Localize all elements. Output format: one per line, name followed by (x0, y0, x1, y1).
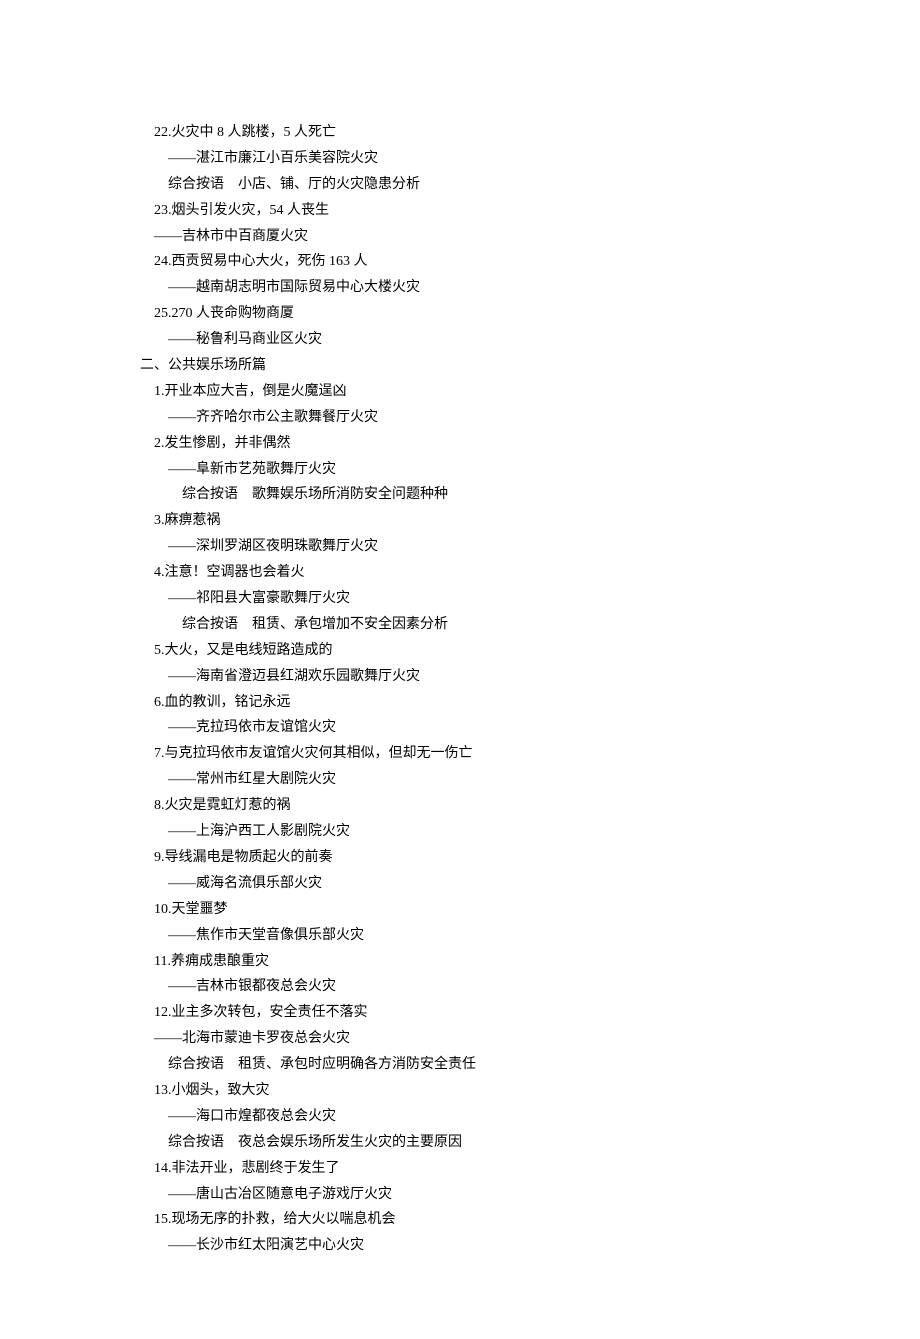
toc-line: ——克拉玛依市友谊馆火灾 (140, 715, 780, 741)
toc-line: 22.火灾中 8 人跳楼，5 人死亡 (140, 120, 780, 146)
toc-line: ——齐齐哈尔市公主歌舞餐厅火灾 (140, 405, 780, 431)
toc-line: 综合按语 租赁、承包增加不安全因素分析 (140, 612, 780, 638)
toc-line: 14.非法开业，悲剧终于发生了 (140, 1156, 780, 1182)
content-block: 22.火灾中 8 人跳楼，5 人死亡 ——湛江市廉江小百乐美容院火灾 综合按语 … (140, 120, 780, 1259)
toc-line: 综合按语 小店、铺、厅的火灾隐患分析 (140, 172, 780, 198)
toc-line: ——唐山古冶区随意电子游戏厅火灾 (140, 1182, 780, 1208)
toc-line: 综合按语 租赁、承包时应明确各方消防安全责任 (140, 1052, 780, 1078)
toc-line: ——长沙市红太阳演艺中心火灾 (140, 1233, 780, 1259)
toc-line: 二、公共娱乐场所篇 (140, 353, 780, 379)
toc-line: ——威海名流俱乐部火灾 (140, 871, 780, 897)
toc-line: 7.与克拉玛依市友谊馆火灾何其相似，但却无一伤亡 (140, 741, 780, 767)
toc-line: ——吉林市银都夜总会火灾 (140, 974, 780, 1000)
toc-line: 2.发生惨剧，并非偶然 (140, 431, 780, 457)
toc-line: ——越南胡志明市国际贸易中心大楼火灾 (140, 275, 780, 301)
toc-line: 3.麻痹惹祸 (140, 508, 780, 534)
toc-line: ——祁阳县大富豪歌舞厅火灾 (140, 586, 780, 612)
toc-line: 24.西贡贸易中心大火，死伤 163 人 (140, 249, 780, 275)
toc-line: ——深圳罗湖区夜明珠歌舞厅火灾 (140, 534, 780, 560)
toc-line: 综合按语 歌舞娱乐场所消防安全问题种种 (140, 482, 780, 508)
toc-line: 11.养痈成患酿重灾 (140, 949, 780, 975)
toc-line: ——海南省澄迈县红湖欢乐园歌舞厅火灾 (140, 664, 780, 690)
toc-line: 综合按语 夜总会娱乐场所发生火灾的主要原因 (140, 1130, 780, 1156)
toc-line: ——阜新市艺苑歌舞厅火灾 (140, 457, 780, 483)
toc-line: 6.血的教训，铭记永远 (140, 690, 780, 716)
toc-line: 25.270 人丧命购物商厦 (140, 301, 780, 327)
toc-line: 4.注意！空调器也会着火 (140, 560, 780, 586)
toc-line: ——吉林市中百商厦火灾 (140, 224, 780, 250)
toc-line: 8.火灾是霓虹灯惹的祸 (140, 793, 780, 819)
toc-line: 9.导线漏电是物质起火的前奏 (140, 845, 780, 871)
toc-line: ——上海沪西工人影剧院火灾 (140, 819, 780, 845)
toc-line: ——北海市蒙迪卡罗夜总会火灾 (140, 1026, 780, 1052)
toc-line: 5.大火，又是电线短路造成的 (140, 638, 780, 664)
toc-line: 10.天堂噩梦 (140, 897, 780, 923)
toc-line: ——常州市红星大剧院火灾 (140, 767, 780, 793)
toc-line: 13.小烟头，致大灾 (140, 1078, 780, 1104)
toc-line: 1.开业本应大吉，倒是火魔逞凶 (140, 379, 780, 405)
toc-line: ——湛江市廉江小百乐美容院火灾 (140, 146, 780, 172)
toc-line: ——秘鲁利马商业区火灾 (140, 327, 780, 353)
toc-line: ——海口市煌都夜总会火灾 (140, 1104, 780, 1130)
toc-line: 12.业主多次转包，安全责任不落实 (140, 1000, 780, 1026)
toc-line: 23.烟头引发火灾，54 人丧生 (140, 198, 780, 224)
document-page: 22.火灾中 8 人跳楼，5 人死亡 ——湛江市廉江小百乐美容院火灾 综合按语 … (0, 0, 920, 1339)
toc-line: ——焦作市天堂音像俱乐部火灾 (140, 923, 780, 949)
toc-line: 15.现场无序的扑救，给大火以喘息机会 (140, 1207, 780, 1233)
